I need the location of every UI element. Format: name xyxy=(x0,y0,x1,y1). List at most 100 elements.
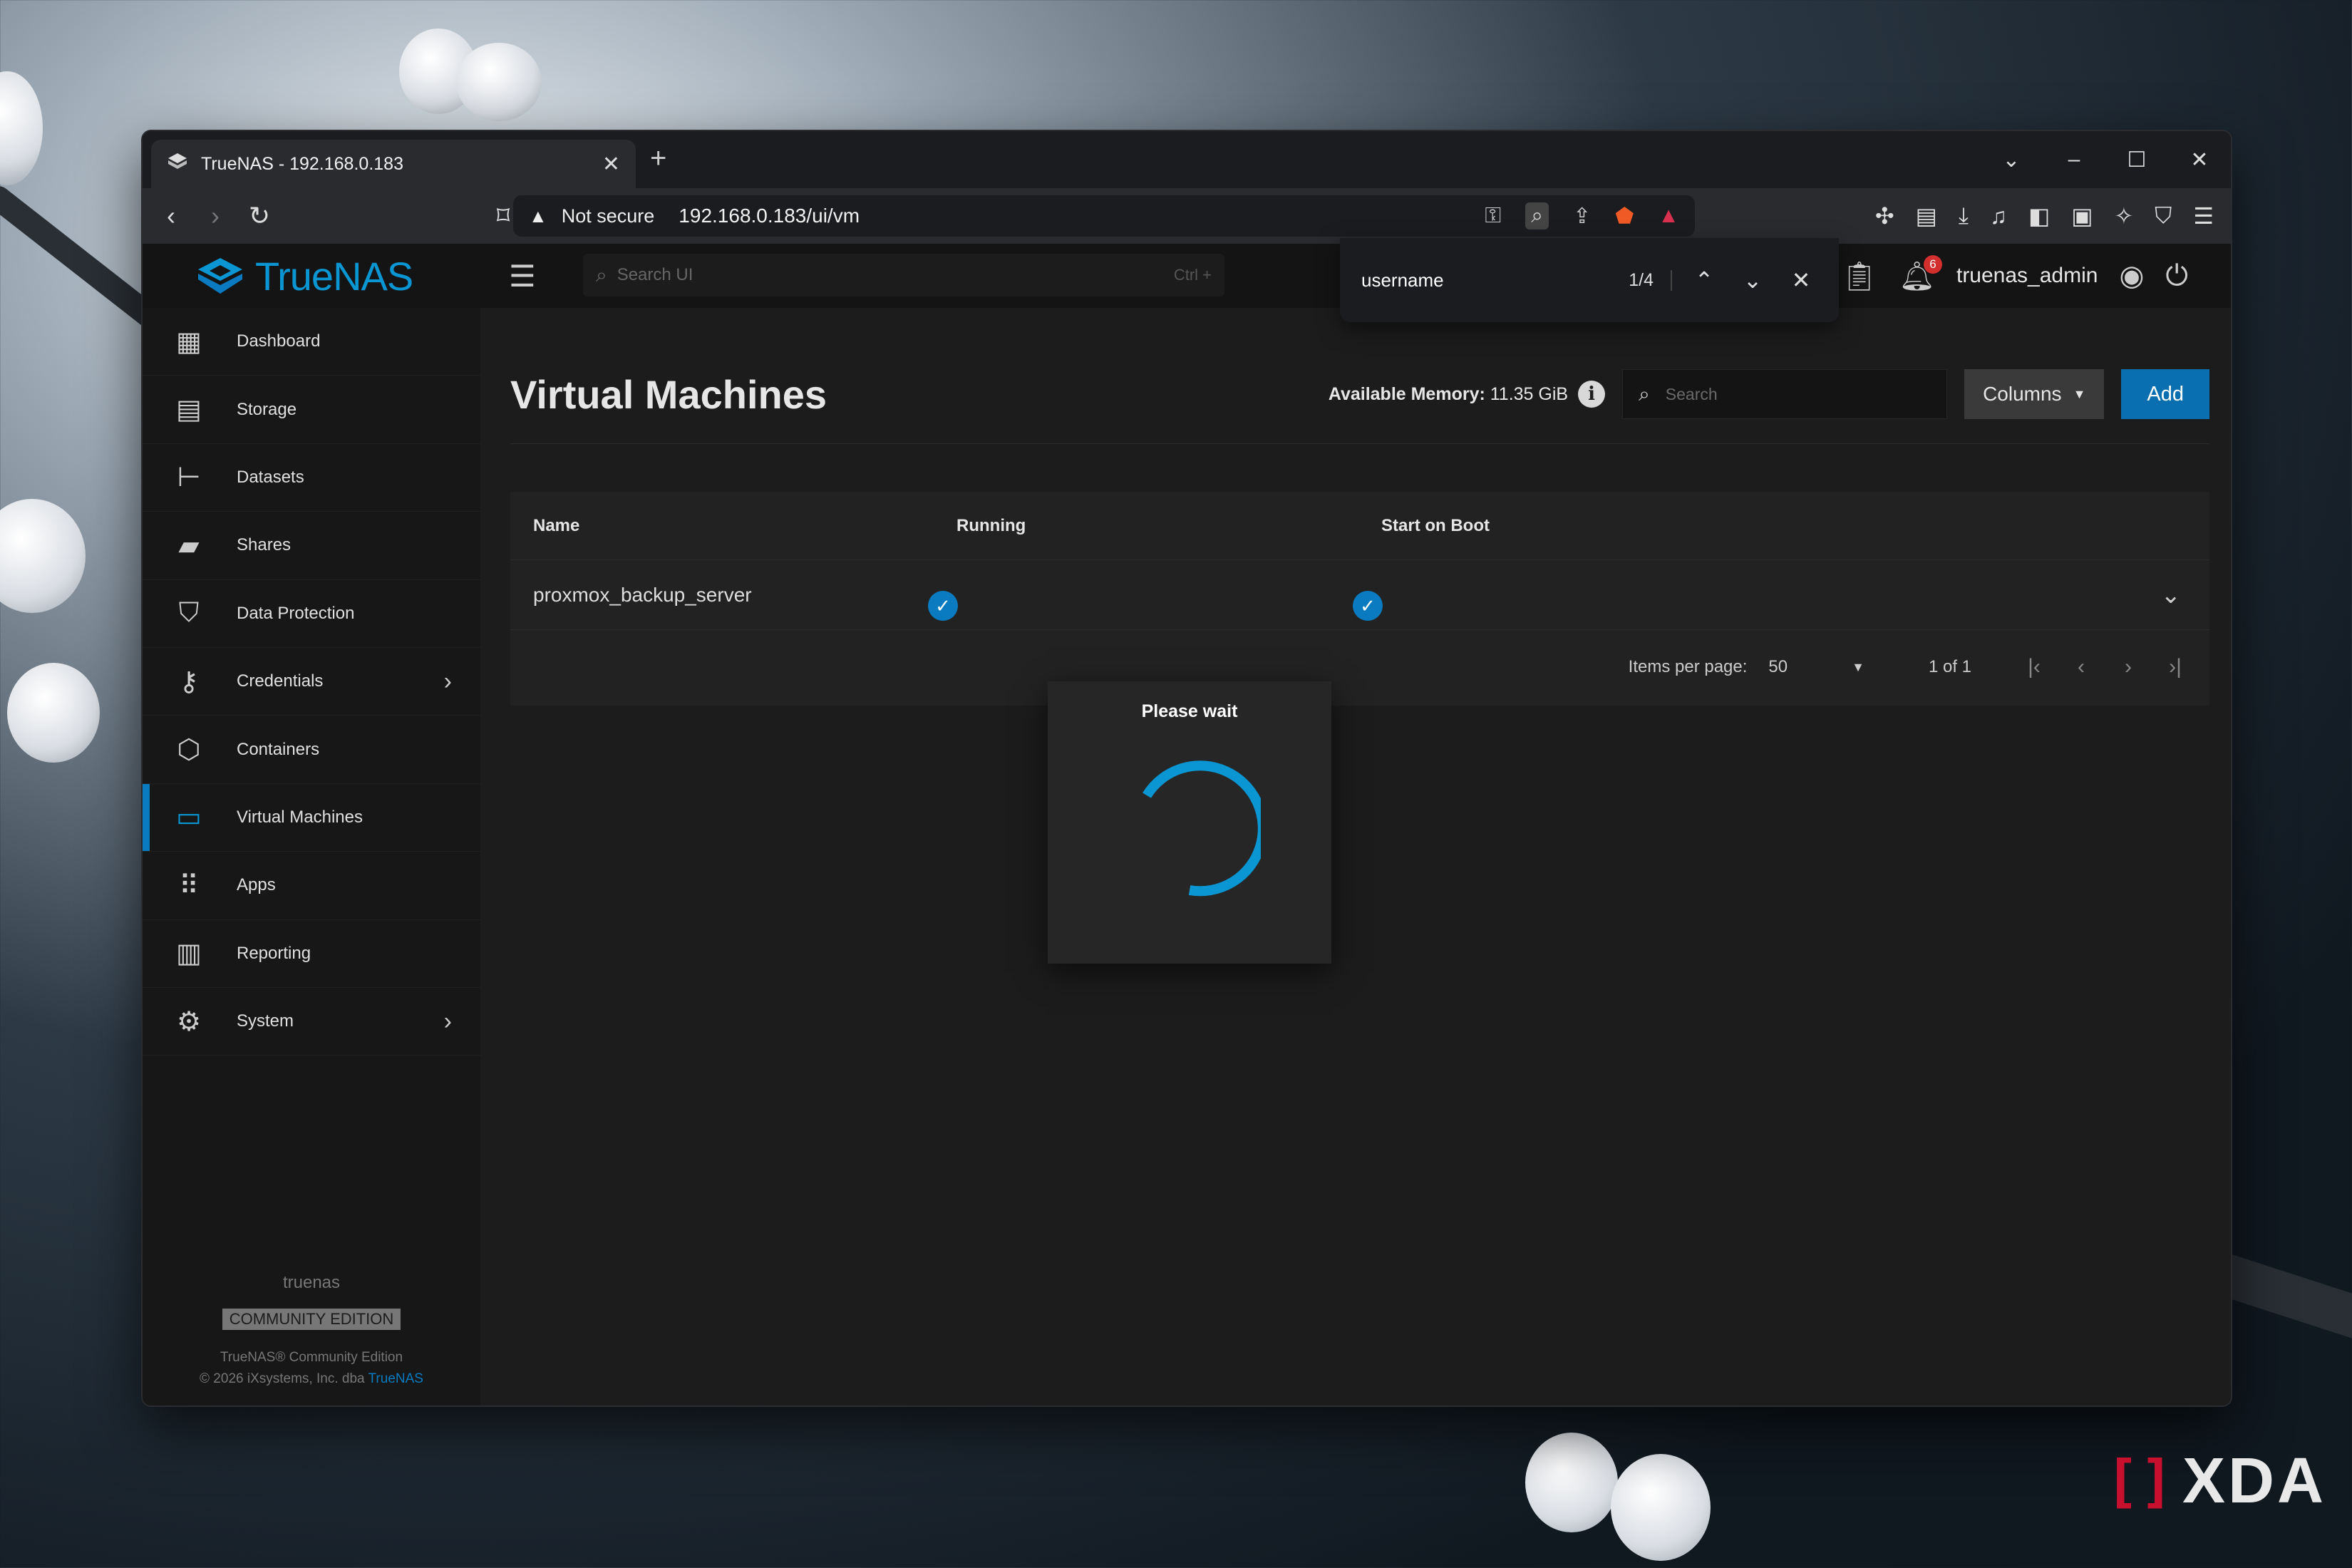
new-tab-button[interactable]: + xyxy=(650,143,666,175)
sidebar-item-datasets[interactable]: ⊢ Datasets xyxy=(143,444,480,512)
sidebar-item-virtual-machines[interactable]: ▭ Virtual Machines xyxy=(143,784,480,852)
maximize-icon[interactable]: ☐ xyxy=(2105,148,2168,172)
download-icon[interactable]: ⤓ xyxy=(1959,202,1969,229)
truenas-favicon-icon xyxy=(167,152,188,177)
watermark-text: XDA xyxy=(2182,1445,2326,1517)
edition-badge: COMMUNITY EDITION xyxy=(222,1309,401,1330)
table-header: Name Running Start on Boot xyxy=(510,492,2209,560)
items-per-page-select[interactable]: 50 ▼ xyxy=(1768,657,1864,677)
hamburger-menu-icon[interactable]: ☰ xyxy=(509,259,536,294)
find-close-icon[interactable]: ✕ xyxy=(1785,267,1817,294)
tab-search-icon[interactable]: ⌄ xyxy=(1980,148,2043,172)
warning-icon[interactable]: ▲ xyxy=(529,205,547,227)
please-wait-dialog: Please wait xyxy=(1048,681,1331,964)
find-bar: username 1/4 ⌃ ⌄ ✕ xyxy=(1340,238,1839,322)
truenas-logo[interactable]: TrueNAS xyxy=(143,253,480,299)
global-search-placeholder: Search UI xyxy=(617,265,693,284)
sidebar-toggle-icon[interactable]: ◧ xyxy=(2028,202,2050,229)
sidebar-item-containers[interactable]: ⬡ Containers xyxy=(143,716,480,784)
sidebar-item-label: Datasets xyxy=(237,467,304,487)
vm-search-input[interactable]: ⌕ Search xyxy=(1622,369,1948,419)
forward-icon[interactable]: › xyxy=(201,201,229,231)
truenas-link[interactable]: TrueNAS xyxy=(368,1371,423,1386)
sidebar-item-shares[interactable]: ▰ Shares xyxy=(143,512,480,580)
account-icon[interactable]: ◉ xyxy=(2119,259,2144,292)
leo-ai-icon[interactable]: ✧ xyxy=(2114,202,2133,229)
reload-icon[interactable]: ↻ xyxy=(245,201,274,231)
global-search[interactable]: ⌕ Search UI Ctrl + xyxy=(583,254,1224,296)
info-icon[interactable]: i xyxy=(1578,381,1606,408)
extensions-icon[interactable]: ✣ xyxy=(1875,202,1894,229)
shield-icon: ⛉ xyxy=(178,598,200,629)
chevron-down-icon[interactable]: ⌄ xyxy=(2161,581,2182,609)
media-icon[interactable]: ♫ xyxy=(1990,203,2007,229)
url-text[interactable]: 192.168.0.183/ui/vm xyxy=(679,205,860,227)
sidebar-item-apps[interactable]: ⠿ Apps xyxy=(143,852,480,920)
storage-icon: ▤ xyxy=(176,395,202,425)
sidebar-item-label: Apps xyxy=(237,875,276,895)
jobs-icon[interactable]: 📋︎ xyxy=(1841,259,1877,293)
close-tab-icon[interactable]: ✕ xyxy=(602,152,620,177)
xda-watermark: [] XDA xyxy=(2105,1445,2326,1518)
header-divider xyxy=(510,443,2209,444)
vpn-icon[interactable]: ⛉ xyxy=(2155,202,2172,229)
chart-icon: ▥ xyxy=(176,939,202,969)
tab-title: TrueNAS - 192.168.0.183 xyxy=(201,153,403,174)
sidebar-item-reporting[interactable]: ▥ Reporting xyxy=(143,920,480,988)
copyright-line-1: TrueNAS® Community Edition xyxy=(220,1350,403,1365)
browser-tab[interactable]: TrueNAS - 192.168.0.183 ✕ xyxy=(151,140,636,188)
vm-search-placeholder: Search xyxy=(1665,384,1718,403)
wallet-icon[interactable]: ▣ xyxy=(2071,202,2093,229)
search-icon: ⌕ xyxy=(596,263,607,286)
find-in-page-icon[interactable]: ⌕ xyxy=(1525,202,1549,229)
dashboard-icon: ▦ xyxy=(176,326,202,357)
column-header-running[interactable]: Running xyxy=(956,516,1026,536)
available-memory: Available Memory: 11.35 GiB i xyxy=(1329,381,1606,408)
minimize-icon[interactable]: – xyxy=(2043,148,2105,172)
find-next-icon[interactable]: ⌄ xyxy=(1736,267,1769,294)
sidebar-item-credentials[interactable]: ⚷ Credentials › xyxy=(143,648,480,716)
search-icon: ⌕ xyxy=(1639,382,1650,405)
find-query-input[interactable]: username xyxy=(1361,269,1613,292)
page-header: Virtual Machines Available Memory: 11.35… xyxy=(510,365,2209,423)
close-window-icon[interactable]: ✕ xyxy=(2168,148,2231,172)
brave-rewards-icon[interactable]: ▲ xyxy=(1658,204,1679,228)
first-page-icon[interactable]: |‹ xyxy=(2021,655,2047,679)
sidebar-item-label: Storage xyxy=(237,399,297,419)
add-button[interactable]: Add xyxy=(2121,369,2209,419)
password-key-icon[interactable]: ⚿ xyxy=(1485,204,1501,228)
main-content: Virtual Machines Available Memory: 11.35… xyxy=(480,308,2231,1405)
sidebar-footer: truenas COMMUNITY EDITION TrueNAS® Commu… xyxy=(143,1273,480,1387)
check-icon: ✓ xyxy=(928,590,958,621)
sidebar-item-data-protection[interactable]: ⛉ Data Protection xyxy=(143,580,480,648)
column-header-start-on-boot[interactable]: Start on Boot xyxy=(1381,516,1490,536)
copyright-text: © 2026 iXsystems, Inc. dba xyxy=(200,1371,365,1386)
find-previous-icon[interactable]: ⌃ xyxy=(1688,267,1721,294)
back-icon[interactable]: ‹ xyxy=(157,201,185,231)
reader-mode-icon[interactable]: ▤ xyxy=(1916,202,1937,229)
top-bar: TrueNAS ☰ ⌕ Search UI Ctrl + ☻ ⬡ ☁ 📋︎ 🔔︎… xyxy=(143,244,2231,308)
sidebar-item-dashboard[interactable]: ▦ Dashboard xyxy=(143,308,480,376)
table-row[interactable]: proxmox_backup_server ✓ ✓ ⌄ xyxy=(510,560,2209,630)
cube-icon: ⬡ xyxy=(177,735,201,765)
share-icon[interactable]: ⇪ xyxy=(1573,204,1591,229)
last-page-icon[interactable]: ›| xyxy=(2162,655,2188,679)
username-label[interactable]: truenas_admin xyxy=(1956,264,2098,288)
columns-button[interactable]: Columns ▼ xyxy=(1964,369,2105,419)
column-header-name[interactable]: Name xyxy=(533,516,579,536)
sidebar-item-label: Dashboard xyxy=(237,331,321,351)
notifications-icon[interactable]: 🔔︎ 6 xyxy=(1899,254,1942,293)
sidebar-item-label: System xyxy=(237,1011,294,1031)
brave-shield-icon[interactable]: ⬟ xyxy=(1615,204,1634,229)
sidebar: ▦ Dashboard ▤ Storage ⊢ Datasets ▰ Share… xyxy=(143,308,480,1405)
previous-page-icon[interactable]: ‹ xyxy=(2068,655,2094,679)
sidebar-item-storage[interactable]: ▤ Storage xyxy=(143,376,480,444)
gear-icon: ⚙ xyxy=(176,1006,202,1037)
next-page-icon[interactable]: › xyxy=(2115,655,2141,679)
security-label[interactable]: Not secure xyxy=(562,205,655,227)
sidebar-item-system[interactable]: ⚙ System › xyxy=(143,988,480,1056)
menu-icon[interactable]: ☰ xyxy=(2193,202,2214,229)
power-icon[interactable]: ⏻ xyxy=(2165,260,2188,292)
address-bar[interactable]: ▲ Not secure 192.168.0.183/ui/vm ⚿ ⌕ ⇪ ⬟… xyxy=(513,195,1695,237)
datasets-icon: ⊢ xyxy=(177,463,201,493)
